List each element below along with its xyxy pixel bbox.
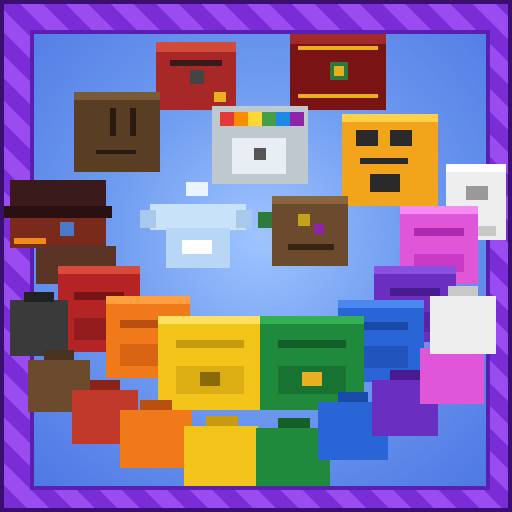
yellow-lock-bag-icon xyxy=(342,114,438,206)
treasure-chest-icon xyxy=(290,34,386,110)
bag-collection-artwork xyxy=(4,34,506,486)
rainbow-crate-icon xyxy=(212,106,308,184)
sack-orange-icon xyxy=(120,400,192,468)
leather-satchel-icon xyxy=(258,196,348,266)
yellow-backpack-icon xyxy=(158,316,262,410)
sack-yellow-icon xyxy=(184,416,258,486)
crystal-trophy-icon xyxy=(140,182,252,268)
red-chest-icon xyxy=(156,42,236,110)
sack-white-icon xyxy=(430,286,496,354)
sack-black-icon xyxy=(10,292,68,356)
brown-crate-icon xyxy=(74,92,160,172)
